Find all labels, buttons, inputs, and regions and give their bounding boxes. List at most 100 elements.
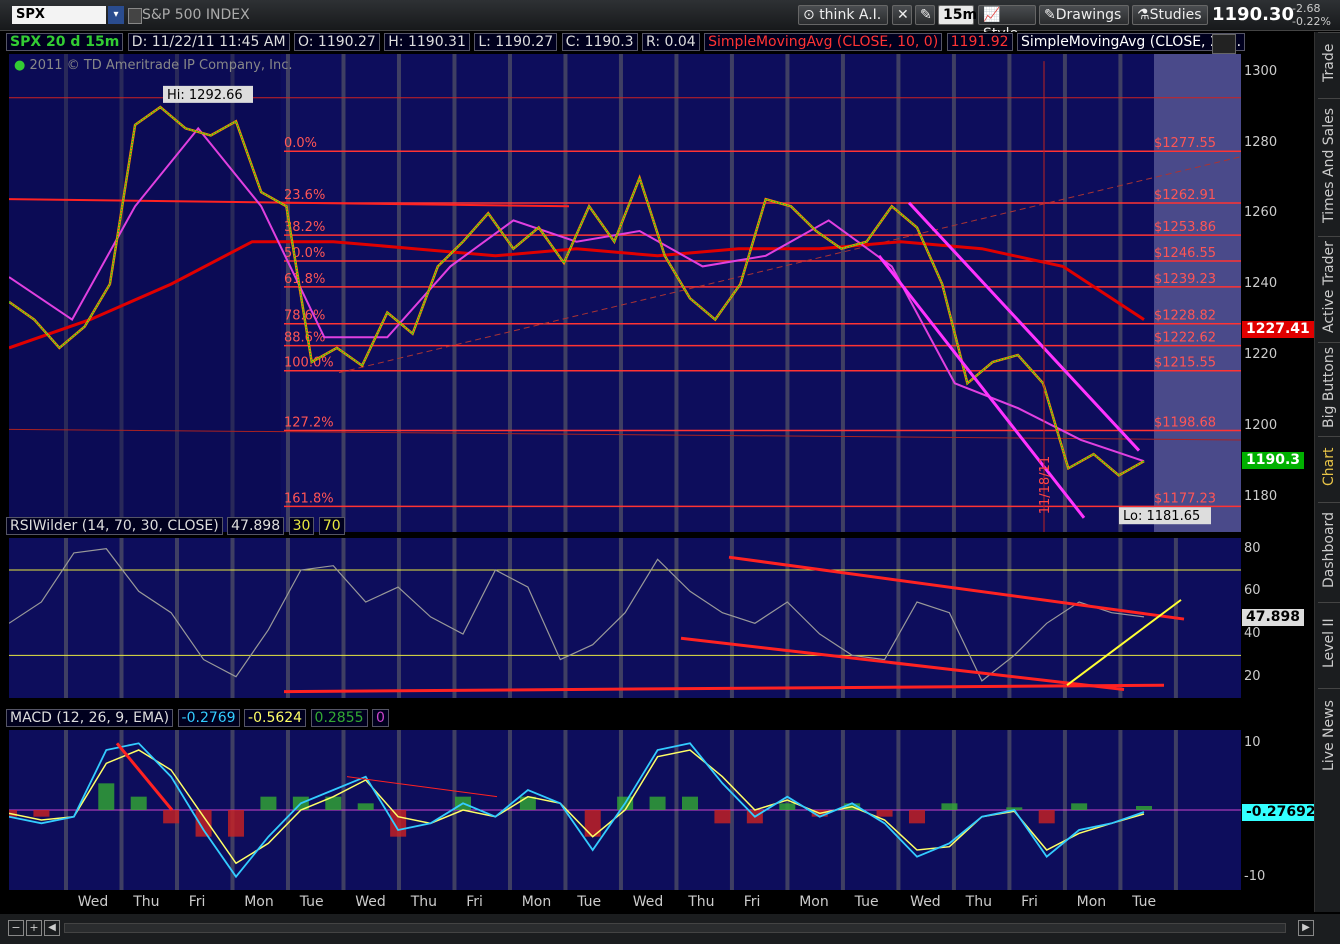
link-icon[interactable] <box>128 8 142 24</box>
symbol-dropdown-chevron-icon[interactable]: ▾ <box>108 6 124 24</box>
macd-avg: -0.5624 <box>244 709 307 727</box>
price-tick-label: 1300 <box>1244 63 1278 79</box>
net-change: -2.68 <box>1292 2 1321 15</box>
sma1-value: 1191.92 <box>946 33 1013 51</box>
day-label: Fri <box>743 894 761 910</box>
top-toolbar: SPX ▾ S&P 500 INDEX ⊙ think A.I. ✕ ✎ 15m… <box>0 0 1340 42</box>
macd-value-tag: -0.27692 <box>1242 803 1320 821</box>
day-label: Thu <box>133 894 160 910</box>
sidebar-tab-level-ii[interactable]: Level II <box>1318 602 1340 683</box>
rsi-value: 47.898 <box>227 517 285 535</box>
price-header: SPX 20 d 15m D: 11/22/11 11:45 AM O: 119… <box>6 33 1246 51</box>
date-readout: D: 11/22/11 11:45 AM <box>127 33 290 51</box>
macd-diff: 0.2855 <box>310 709 368 727</box>
drawings-icon: ✎ <box>1044 7 1056 23</box>
rsi-oversold: 30 <box>288 517 315 535</box>
price-tag: 1190.3 <box>1242 452 1305 470</box>
macd-header: MACD (12, 26, 9, EMA) -0.2769 -0.5624 0.… <box>6 709 389 727</box>
day-label: Fri <box>188 894 206 910</box>
drawings-label: Drawings <box>1055 7 1122 23</box>
percent-change: -0.22% <box>1292 15 1331 28</box>
scroll-right-icon[interactable]: ▶ <box>1298 920 1314 936</box>
day-label: Wed <box>632 894 664 910</box>
horizontal-scrollbar[interactable] <box>64 923 1286 933</box>
rsi-tick-label: 40 <box>1244 626 1261 641</box>
day-label: Wed <box>77 894 109 910</box>
time-axis: Wed Thu Fri Mon Tue Wed Thu Fri Mon Tue Wed Thu Fri M… <box>9 892 1241 912</box>
macd-value: -0.2769 <box>177 709 240 727</box>
open-readout: O: 1190.27 <box>293 33 380 51</box>
macd-axis: -10 10 -0.27692 <box>4 730 1320 890</box>
pencil-icon[interactable]: ✎ <box>915 5 935 25</box>
rsi-header: RSIWilder (14, 70, 30, CLOSE) 47.898 30 … <box>6 517 345 535</box>
studies-icon: ⚗ <box>1137 7 1150 23</box>
day-label: Wed <box>355 894 386 910</box>
high-readout: H: 1190.31 <box>384 33 470 51</box>
macd-tick-label: 10 <box>1244 735 1261 751</box>
last-price: 1190.30 <box>1212 4 1294 25</box>
day-label: Thu <box>688 894 715 910</box>
price-tick-label: 1180 <box>1244 488 1278 504</box>
price-tick-label: 1260 <box>1244 205 1278 221</box>
bottom-bar: − + ◀ ▶ <box>0 914 1340 944</box>
sidebar-tab-active-trader[interactable]: Active Trader <box>1318 236 1340 337</box>
sma1-label[interactable]: SimpleMovingAvg (CLOSE, 10, 0) <box>704 33 943 51</box>
price-tick-label: 1280 <box>1244 134 1278 150</box>
think-ai-label: think A.I. <box>819 7 882 23</box>
price-tag: 1227.41 <box>1242 320 1314 338</box>
think-ai-button[interactable]: ⊙ think A.I. <box>798 5 888 25</box>
rsi-label[interactable]: RSIWilder (14, 70, 30, CLOSE) <box>6 517 223 535</box>
studies-button[interactable]: ⚗Studies <box>1132 5 1208 25</box>
range-readout: R: 0.04 <box>642 33 700 51</box>
crosshair-icon[interactable]: ✕ <box>892 5 912 25</box>
symbol-input[interactable]: SPX <box>12 6 106 24</box>
symbol-name: S&P 500 INDEX <box>142 7 250 23</box>
studies-label: Studies <box>1149 7 1202 23</box>
sma2-label[interactable]: SimpleMovingAvg (CLOSE, 20... <box>1017 33 1246 51</box>
sidebar-tab-big-buttons[interactable]: Big Buttons <box>1318 342 1340 431</box>
period-button[interactable]: 15m <box>938 5 977 25</box>
sidebar-tab-live-news[interactable]: Live News <box>1318 688 1340 783</box>
price-tick-label: 1240 <box>1244 276 1278 292</box>
day-label: Tue <box>854 894 879 910</box>
sidebar-tab-dashboard[interactable]: Dashboard <box>1318 502 1340 597</box>
day-label: Fri <box>1021 894 1038 910</box>
rsi-axis: 20 40 60 80 47.898 <box>4 538 1310 698</box>
rsi-tick-label: 60 <box>1244 583 1261 599</box>
day-label: Tue <box>1132 894 1157 910</box>
low-readout: L: 1190.27 <box>474 33 558 51</box>
day-label: Wed <box>910 894 941 910</box>
zoom-in-icon[interactable]: + <box>26 920 42 936</box>
drawings-button[interactable]: ✎Drawings <box>1039 5 1129 25</box>
price-axis: 1180 1200 1220 1240 1260 1280 1300 1227.41 1190.… <box>4 54 1314 532</box>
macd-label[interactable]: MACD (12, 26, 9, EMA) <box>6 709 174 727</box>
style-button[interactable]: 📈Style <box>978 5 1036 42</box>
sidebar-tab-trade[interactable]: Trade <box>1318 32 1340 93</box>
chart-area: SPX 20 d 15m D: 11/22/11 11:45 AM O: 119… <box>4 32 1320 912</box>
close-readout: C: 1190.3 <box>561 33 638 51</box>
price-tick-label: 1200 <box>1244 417 1278 433</box>
macd-tick-label: -10 <box>1244 868 1266 884</box>
day-label: Thu <box>965 894 992 910</box>
aggregation-label[interactable]: SPX 20 d 15m <box>6 33 124 51</box>
right-sidebar: Trade Times And Sales Active Trader Big But… <box>1314 32 1340 912</box>
day-label: Mon <box>799 894 829 910</box>
sidebar-tab-chart[interactable]: Chart <box>1318 436 1340 497</box>
rsi-tick-label: 20 <box>1244 668 1261 684</box>
sidebar-tab-times-and-sales[interactable]: Times And Sales <box>1318 98 1340 231</box>
zoom-out-icon[interactable]: − <box>8 920 24 936</box>
day-label: Mon <box>244 894 274 910</box>
day-label: Mon <box>1076 894 1107 910</box>
day-label: Thu <box>410 894 438 910</box>
rsi-overbought: 70 <box>318 517 345 535</box>
price-tick-label: 1220 <box>1244 346 1278 362</box>
pane-settings-icon[interactable] <box>1212 34 1236 54</box>
day-label: Fri <box>466 894 483 910</box>
macd-zero: 0 <box>372 709 389 727</box>
day-label: Tue <box>577 894 602 910</box>
day-label: Tue <box>299 894 324 910</box>
style-icon: 📈 <box>983 7 1001 23</box>
day-label: Mon <box>521 894 552 910</box>
scroll-left-icon[interactable]: ◀ <box>44 920 60 936</box>
rsi-value-tag: 47.898 <box>1242 609 1305 627</box>
